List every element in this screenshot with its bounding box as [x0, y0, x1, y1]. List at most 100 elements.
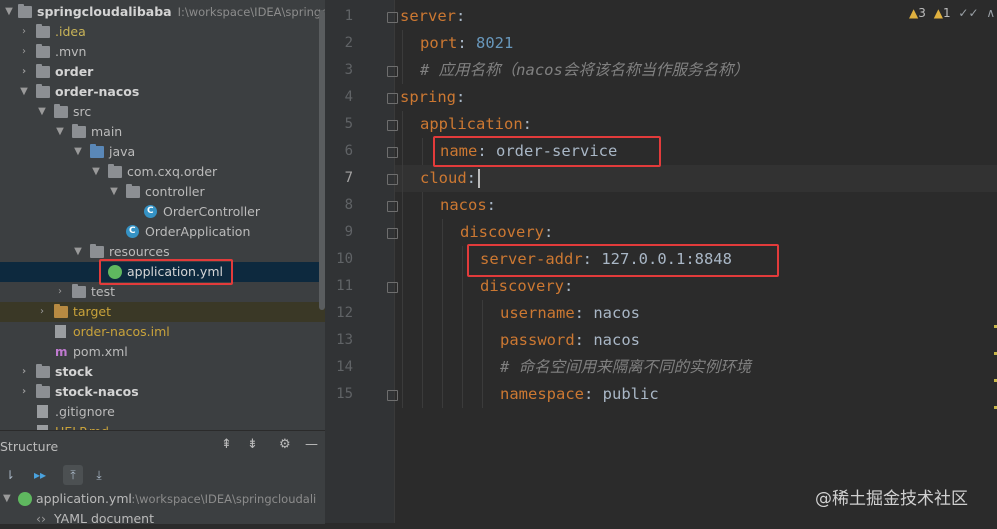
line-number: 3: [344, 62, 353, 78]
line-number: 6: [344, 143, 353, 159]
code-line[interactable]: password: nacos: [500, 327, 640, 354]
code-line[interactable]: cloud:: [420, 165, 476, 192]
code-line[interactable]: nacos:: [440, 192, 496, 219]
typo-icon: ▲: [933, 6, 943, 20]
code-line[interactable]: username: nacos: [500, 300, 640, 327]
folder-icon: [54, 104, 68, 118]
tree-item-root[interactable]: ▼ springcloudalibaba I:\workspace\IDEA\sp…: [0, 2, 325, 22]
tree-item-gitignore[interactable]: .gitignore: [0, 402, 325, 422]
structure-toolbar: ⇂ ▸▸ ⤒ ⤓: [0, 463, 325, 489]
highlight-box-application-yml: [99, 259, 233, 285]
code-line[interactable]: discovery:: [460, 219, 553, 246]
tree-item-stock[interactable]: › stock: [0, 362, 325, 382]
code-line[interactable]: application:: [420, 111, 532, 138]
tree-item-ordercontroller[interactable]: OrderController: [0, 201, 325, 222]
fold-marker-icon[interactable]: [387, 120, 398, 131]
folder-icon: [36, 24, 50, 38]
gear-icon[interactable]: ⚙: [279, 437, 291, 452]
resources-folder-icon: [90, 244, 104, 258]
tree-item-iml[interactable]: order-nacos.iml: [0, 322, 325, 342]
indent-guide: [402, 111, 403, 408]
tree-item-target[interactable]: › target: [0, 302, 325, 322]
fold-marker-icon[interactable]: [387, 66, 398, 77]
spring-class-icon: [126, 221, 139, 241]
line-number: 14: [336, 359, 353, 375]
collapse-all-icon[interactable]: ⇟: [247, 437, 258, 452]
structure-title: Structure: [0, 439, 59, 454]
scroll-to-source-icon[interactable]: ⤓: [89, 465, 109, 485]
fold-marker-icon[interactable]: [387, 12, 398, 23]
expand-all-icon[interactable]: ⇞: [221, 437, 232, 452]
fold-marker-icon[interactable]: [387, 201, 398, 212]
fold-marker-icon[interactable]: [387, 93, 398, 104]
tree-item-order[interactable]: › order: [0, 62, 325, 82]
indent-guide: [422, 192, 423, 408]
navigate-icon[interactable]: ▸▸: [30, 465, 50, 485]
line-number: 15: [336, 386, 353, 402]
tree-item-test[interactable]: › test: [0, 282, 325, 302]
ide-window: ▼ springcloudalibaba I:\workspace\IDEA\sp…: [0, 0, 997, 526]
line-number: 2: [344, 35, 353, 51]
code-line[interactable]: # 命名空间用来隔离不同的实例环境: [500, 354, 751, 381]
folder-icon: [72, 124, 86, 138]
watermark-text: @稀土掘金技术社区: [815, 489, 968, 509]
indent-guide: [402, 30, 403, 84]
code-line[interactable]: discovery:: [480, 273, 573, 300]
sort-alpha-icon[interactable]: ⇂: [0, 465, 20, 485]
excluded-folder-icon: [54, 304, 68, 318]
class-icon: [144, 201, 157, 221]
highlight-box-name: [433, 136, 661, 167]
tree-item-stock-nacos[interactable]: › stock-nacos: [0, 382, 325, 402]
spring-yaml-icon: [18, 492, 32, 506]
module-folder-icon: [36, 364, 50, 378]
tree-item-idea[interactable]: › .idea: [0, 22, 325, 42]
line-number: 8: [344, 197, 353, 213]
indent-guide: [422, 138, 423, 165]
package-icon: [108, 164, 122, 178]
tree-item-src[interactable]: ▼ src: [0, 102, 325, 122]
warning-icon: ▲: [909, 6, 919, 20]
inspections-widget[interactable]: ▲3 ▲1 ✓✓ ∧: [909, 6, 995, 20]
module-folder-icon: [36, 84, 50, 98]
tree-item-pom[interactable]: m pom.xml: [0, 342, 325, 362]
folder-icon: [18, 4, 32, 18]
folder-icon: [36, 44, 50, 58]
line-number: 13: [336, 332, 353, 348]
module-folder-icon: [36, 64, 50, 78]
tree-item-order-nacos[interactable]: ▼ order-nacos: [0, 82, 325, 102]
tree-item-orderapplication[interactable]: OrderApplication: [0, 221, 325, 242]
line-number: 9: [344, 224, 353, 240]
tree-item-mvn[interactable]: › .mvn: [0, 42, 325, 62]
line-number: 4: [344, 89, 353, 105]
code-line[interactable]: server:: [400, 3, 465, 30]
tree-item-help-md[interactable]: HELP.md: [0, 422, 325, 430]
tree-item-controller[interactable]: ▼ controller: [0, 182, 325, 202]
fold-marker-icon[interactable]: [387, 390, 398, 401]
fold-marker-icon[interactable]: [387, 228, 398, 239]
code-line[interactable]: port: 8021: [420, 30, 513, 57]
tree-item-package[interactable]: ▼ com.cxq.order: [0, 162, 325, 182]
tree-item-main[interactable]: ▼ main: [0, 122, 325, 142]
double-check-icon: ✓✓: [958, 6, 979, 20]
folder-icon: [72, 284, 86, 298]
chevron-up-icon[interactable]: ∧: [986, 6, 995, 20]
line-number: 7: [344, 170, 353, 186]
code-line[interactable]: namespace: public: [500, 381, 659, 408]
highlight-box-server-addr: [467, 244, 779, 277]
code-line[interactable]: # 应用名称（nacos会将该名称当作服务名称）: [420, 57, 749, 84]
tree-item-java[interactable]: ▼ java: [0, 142, 325, 162]
scroll-from-source-icon[interactable]: ⤒: [63, 465, 83, 485]
fold-marker-icon[interactable]: [387, 147, 398, 158]
line-number: 1: [344, 8, 353, 24]
module-folder-icon: [36, 384, 50, 398]
text-caret: [478, 169, 480, 188]
project-tree-panel: ▼ springcloudalibaba I:\workspace\IDEA\sp…: [0, 0, 325, 430]
hide-panel-icon[interactable]: —: [305, 437, 318, 452]
line-number: 11: [336, 278, 353, 294]
indent-guide: [442, 219, 443, 408]
fold-marker-icon[interactable]: [387, 174, 398, 185]
code-line[interactable]: spring:: [400, 84, 465, 111]
indent-guide: [482, 300, 483, 408]
module-file-icon: [55, 325, 66, 338]
fold-marker-icon[interactable]: [387, 282, 398, 293]
